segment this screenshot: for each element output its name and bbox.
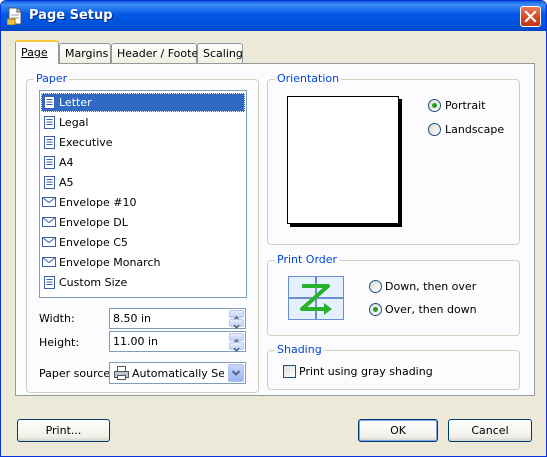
list-item[interactable]: Legal — [41, 113, 245, 132]
chevron-down-icon — [233, 347, 240, 353]
width-down-button[interactable] — [229, 319, 244, 330]
print-button-label: Print... — [45, 424, 82, 437]
list-item-label: Legal — [59, 116, 89, 129]
landscape-label[interactable]: Landscape — [445, 123, 504, 136]
list-item-label: Executive — [59, 136, 113, 149]
list-item-label: Envelope C5 — [59, 236, 128, 249]
list-item[interactable]: Letter — [41, 93, 245, 112]
print-button[interactable]: Print... — [17, 419, 110, 442]
height-value: 11.00 in — [113, 335, 159, 348]
list-item[interactable]: Envelope #10 — [41, 193, 245, 212]
down-then-over-label[interactable]: Down, then over — [385, 280, 476, 293]
chevron-down-icon — [233, 324, 240, 330]
height-up-button[interactable] — [229, 333, 244, 344]
page-icon — [44, 176, 55, 189]
list-item[interactable]: A4 — [41, 153, 245, 172]
page-icon — [44, 116, 55, 129]
list-item-label: A4 — [59, 156, 74, 169]
paper-source-label: Paper source: — [39, 367, 114, 380]
orientation-preview — [287, 96, 399, 224]
envelope-icon — [42, 217, 56, 227]
envelope-icon — [42, 257, 56, 267]
width-spinner[interactable] — [229, 310, 244, 330]
height-down-button[interactable] — [229, 342, 244, 353]
portrait-label[interactable]: Portrait — [445, 99, 485, 112]
over-then-down-radio[interactable] — [369, 303, 382, 316]
shading-group-label: Shading — [275, 343, 324, 356]
width-up-button[interactable] — [229, 310, 244, 321]
dropdown-button[interactable] — [228, 364, 244, 382]
page-icon — [44, 156, 55, 169]
ok-button[interactable]: OK — [358, 419, 438, 442]
portrait-radio[interactable] — [428, 99, 441, 112]
orientation-group-label: Orientation — [275, 72, 342, 85]
page-icon — [44, 136, 55, 149]
page-icon — [44, 96, 55, 109]
height-spinner[interactable] — [229, 333, 244, 353]
page-setup-dialog: Page Setup Page Margins Header / Footer … — [0, 0, 547, 457]
page-content: Paper Letter Legal Executive A4 A5 Envel… — [1, 1, 546, 456]
list-item[interactable]: Envelope DL — [41, 213, 245, 232]
print-order-group-label: Print Order — [275, 253, 340, 266]
list-item-label: Envelope DL — [59, 216, 128, 229]
chevron-down-icon — [231, 370, 241, 376]
list-item[interactable]: Envelope Monarch — [41, 253, 245, 272]
list-item-label: A5 — [59, 176, 74, 189]
list-item[interactable]: Envelope C5 — [41, 233, 245, 252]
list-item-label: Custom Size — [59, 276, 128, 289]
ok-button-label: OK — [390, 424, 406, 437]
width-label: Width: — [39, 312, 75, 325]
height-label: Height: — [39, 336, 80, 349]
height-field[interactable]: 11.00 in — [109, 331, 246, 353]
paper-source-select[interactable]: Automatically Select — [109, 362, 246, 384]
cancel-button[interactable]: Cancel — [448, 419, 532, 442]
list-item-label: Letter — [59, 96, 92, 109]
down-then-over-radio[interactable] — [369, 280, 382, 293]
list-item[interactable]: A5 — [41, 173, 245, 192]
paper-group-label: Paper — [34, 72, 70, 85]
paper-source-value: Automatically Select — [132, 367, 224, 380]
width-value: 8.50 in — [113, 312, 152, 325]
over-then-down-label[interactable]: Over, then down — [385, 303, 477, 316]
cancel-button-label: Cancel — [471, 424, 509, 437]
list-item[interactable]: Executive — [41, 133, 245, 152]
print-order-preview-icon — [288, 276, 344, 320]
gray-shading-label[interactable]: Print using gray shading — [299, 365, 433, 378]
envelope-icon — [42, 237, 56, 247]
width-field[interactable]: 8.50 in — [109, 308, 246, 330]
list-item-label: Envelope Monarch — [59, 256, 161, 269]
list-item[interactable]: Custom Size — [41, 273, 245, 292]
list-item-label: Envelope #10 — [59, 196, 137, 209]
landscape-radio[interactable] — [428, 123, 441, 136]
printer-icon — [114, 366, 129, 380]
gray-shading-checkbox[interactable] — [283, 365, 296, 378]
envelope-icon — [42, 197, 56, 207]
paper-size-list[interactable]: Letter Legal Executive A4 A5 Envelope #1… — [39, 90, 247, 298]
page-icon — [44, 276, 55, 289]
